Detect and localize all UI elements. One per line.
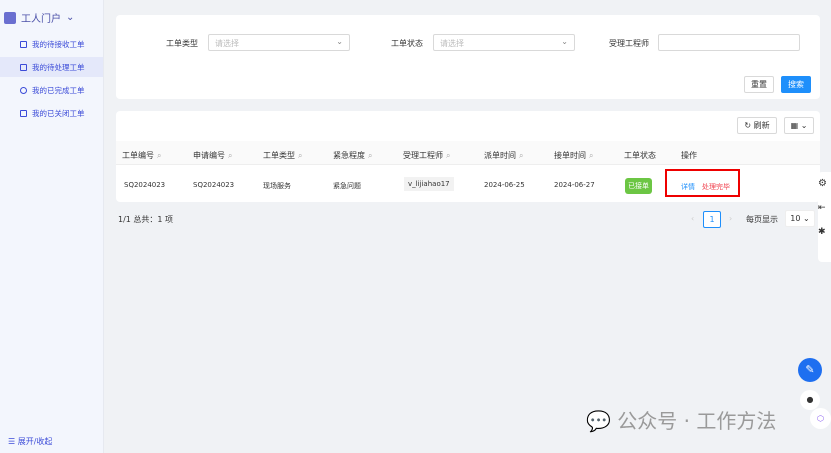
- sidebar-item-completed[interactable]: 我的已完成工单: [0, 80, 103, 100]
- col-urgency[interactable]: 紧急程度 ⌕: [333, 150, 372, 161]
- nav-label: 我的待接收工单: [32, 39, 85, 49]
- col-actions: 操作: [681, 151, 697, 160]
- chevron-down-icon: ⌄: [336, 37, 343, 46]
- type-select[interactable]: 请选择 ⌄: [208, 34, 350, 51]
- user-icon: [20, 86, 27, 94]
- prev-page-icon[interactable]: ‹: [691, 214, 694, 223]
- engineer-input[interactable]: [658, 34, 800, 51]
- gear-icon[interactable]: ⚙: [818, 178, 831, 189]
- cell-apply: SQ2024023: [193, 181, 235, 189]
- cell-id: SQ2024023: [124, 181, 166, 189]
- wechat-icon: 💬: [586, 409, 611, 433]
- badge-icon: [20, 40, 27, 48]
- robot-icon[interactable]: ●: [800, 390, 820, 410]
- placeholder: 请选择: [440, 39, 464, 48]
- sidebar: 工人门户 ⌄ 我的待接收工单 我的待处理工单 我的已完成工单 我的已关闭工单 ☰ …: [0, 0, 104, 453]
- filter-panel: 工单类型 请选择 ⌄ 工单状态 请选择 ⌄ 受理工程师 重置 搜索: [116, 15, 820, 99]
- grid-icon: ▦ ⌄: [790, 121, 808, 130]
- collapse-toggle[interactable]: ☰ 展开/收起: [8, 436, 52, 447]
- page-1-button[interactable]: 1: [703, 211, 721, 228]
- cell-accept: 2024-06-27: [554, 181, 595, 189]
- column-settings-button[interactable]: ▦ ⌄: [784, 117, 814, 134]
- portal-title: 工人门户: [21, 14, 61, 25]
- bug-icon[interactable]: ✱: [818, 227, 831, 237]
- detail-link[interactable]: 详情: [681, 182, 695, 192]
- reset-button[interactable]: 重置: [744, 76, 774, 93]
- type-label: 工单类型: [166, 39, 198, 48]
- refresh-icon: ↻: [744, 121, 752, 130]
- col-dispatch[interactable]: 派单时间 ⌕: [484, 150, 523, 161]
- chevron-down-icon: ⌄: [561, 37, 568, 46]
- sidebar-item-closed[interactable]: 我的已关闭工单: [0, 103, 103, 123]
- placeholder: 请选择: [215, 39, 239, 48]
- watermark-text: 公众号 · 工作方法: [617, 409, 777, 433]
- per-page-value: 10: [790, 214, 801, 223]
- right-toolbar: ⚙ ⇤ ✱: [818, 172, 831, 262]
- refresh-label: 刷新: [753, 121, 770, 130]
- card-icon: [20, 63, 27, 71]
- pagination-summary: 1/1 总共：1 项: [118, 215, 174, 224]
- watermark: 💬 公众号 · 工作方法: [586, 405, 776, 434]
- status-label: 工单状态: [391, 39, 423, 48]
- per-page-label: 每页显示: [746, 215, 778, 224]
- portal-switcher[interactable]: 工人门户 ⌄: [4, 10, 74, 25]
- assistant-icon[interactable]: ⬡: [810, 408, 831, 429]
- toggle-label: 展开/收起: [17, 437, 53, 446]
- col-id[interactable]: 工单编号 ⌕: [122, 150, 161, 161]
- col-apply[interactable]: 申请编号 ⌕: [193, 150, 232, 161]
- next-page-icon[interactable]: ›: [729, 214, 732, 223]
- col-engineer[interactable]: 受理工程师 ⌕: [403, 150, 450, 161]
- cell-urgency: 紧急问题: [333, 182, 361, 190]
- col-status: 工单状态: [624, 151, 656, 160]
- status-badge: 已接单: [625, 178, 652, 194]
- edit-fab-button[interactable]: ✎: [798, 358, 822, 382]
- finish-link[interactable]: 处理完毕: [702, 182, 730, 192]
- sidebar-item-pending-receive[interactable]: 我的待接收工单: [0, 34, 103, 54]
- chevron-down-icon: ⌄: [66, 12, 75, 23]
- col-accept[interactable]: 接单时间 ⌕: [554, 150, 593, 161]
- sidebar-item-pending-process[interactable]: 我的待处理工单: [0, 57, 103, 77]
- status-select[interactable]: 请选择 ⌄: [433, 34, 575, 51]
- engineer-label: 受理工程师: [609, 39, 649, 48]
- col-type[interactable]: 工单类型 ⌕: [263, 150, 302, 161]
- search-button[interactable]: 搜索: [781, 76, 811, 93]
- cell-type: 现场服务: [263, 182, 291, 190]
- cell-dispatch: 2024-06-25: [484, 181, 525, 189]
- per-page-select[interactable]: 10 ⌄: [785, 210, 815, 227]
- nav-label: 我的待处理工单: [32, 62, 85, 72]
- refresh-button[interactable]: ↻ 刷新: [737, 117, 777, 134]
- nav-label: 我的已关闭工单: [32, 108, 85, 118]
- exit-icon[interactable]: ⇤: [818, 203, 831, 213]
- tag-icon: [20, 109, 27, 117]
- cell-engineer: v_lijiahao17: [404, 177, 454, 191]
- nav-label: 我的已完成工单: [32, 85, 85, 95]
- portal-logo-icon: [4, 11, 16, 24]
